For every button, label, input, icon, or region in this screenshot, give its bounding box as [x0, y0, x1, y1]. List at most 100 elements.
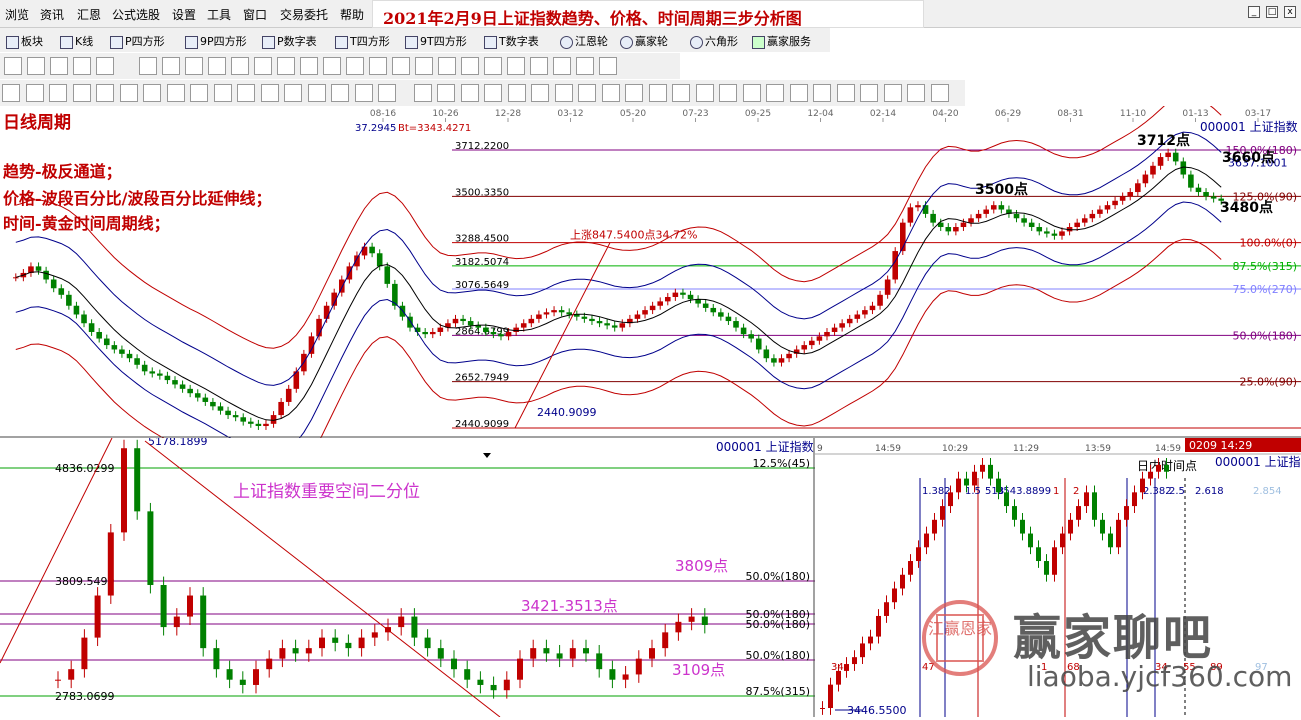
draw-tool-icon[interactable] — [27, 57, 45, 75]
analysis-tool-icon[interactable] — [672, 84, 690, 102]
draw-tool-icon[interactable] — [277, 57, 295, 75]
analysis-tool-icon[interactable] — [378, 84, 396, 102]
analysis-tool-icon[interactable] — [260, 84, 279, 102]
analysis-tool-icon[interactable] — [578, 84, 596, 102]
draw-tool-icon[interactable] — [530, 57, 548, 75]
analysis-tool-icon[interactable] — [625, 84, 643, 102]
draw-tool-icon[interactable] — [576, 57, 594, 75]
tool-service[interactable]: 赢家服务 — [752, 33, 811, 49]
draw-tool-icon[interactable] — [4, 57, 22, 75]
analysis-tool-icon[interactable] — [836, 84, 855, 102]
date-tick-label: 08-16 — [370, 109, 396, 119]
menu-item-help[interactable]: 帮助 — [340, 6, 364, 23]
analysis-tool-icon[interactable] — [25, 84, 44, 102]
analysis-tool-icon[interactable] — [860, 84, 878, 102]
menu-item-gann[interactable]: 汇恩 — [77, 6, 101, 23]
analysis-tool-icon[interactable] — [484, 84, 502, 102]
tool-9p-square[interactable]: 9P四方形 — [185, 33, 247, 49]
analysis-tool-icon[interactable] — [930, 84, 949, 102]
analysis-tool-icon[interactable] — [190, 84, 208, 102]
draw-tool-icon[interactable] — [461, 57, 479, 75]
analysis-tool-icon[interactable] — [695, 84, 714, 102]
analysis-tool-icon[interactable] — [354, 84, 373, 102]
analysis-tool-icon[interactable] — [237, 84, 255, 102]
tool-t-square[interactable]: T四方形 — [335, 33, 390, 49]
tool-hexagon[interactable]: 六角形 — [690, 33, 738, 49]
analysis-tool-icon[interactable] — [789, 84, 808, 102]
analysis-tool-icon[interactable] — [648, 84, 667, 102]
tool-kline[interactable]: K线 — [60, 33, 93, 49]
analysis-tool-icon[interactable] — [460, 84, 479, 102]
draw-tool-icon[interactable] — [438, 57, 456, 75]
menu-item-tools[interactable]: 工具 — [207, 6, 231, 23]
tool-p-table[interactable]: P数字表 — [262, 33, 317, 49]
maximize-icon[interactable]: □ — [1266, 6, 1278, 18]
analysis-tool-icon[interactable] — [143, 84, 161, 102]
analysis-tool-icon[interactable] — [119, 84, 138, 102]
menu-item-formula[interactable]: 公式选股 — [112, 6, 160, 23]
draw-tool-icon[interactable] — [553, 57, 571, 75]
analysis-tool-icon[interactable] — [49, 84, 67, 102]
draw-tool-icon[interactable] — [185, 57, 203, 75]
menu-item-settings[interactable]: 设置 — [172, 6, 196, 23]
analysis-tool-icon[interactable] — [883, 84, 902, 102]
draw-tool-icon[interactable] — [254, 57, 272, 75]
draw-tool-icon[interactable] — [231, 57, 249, 75]
analysis-tool-icon[interactable] — [331, 84, 349, 102]
analysis-tool-icon[interactable] — [307, 84, 326, 102]
draw-tool-icon[interactable] — [346, 57, 364, 75]
draw-tool-icon[interactable] — [96, 57, 114, 75]
draw-tool-icon[interactable] — [392, 57, 410, 75]
draw-tool-icon[interactable] — [599, 57, 617, 75]
menu-item-window[interactable]: 窗口 — [243, 6, 267, 23]
draw-tool-icon[interactable] — [300, 57, 318, 75]
draw-tool-icon[interactable] — [507, 57, 525, 75]
tool-sector[interactable]: 板块 — [6, 33, 43, 49]
draw-tool-icon[interactable] — [50, 57, 68, 75]
space-quantile-chart[interactable]: 000001 上证指数 上证指数重要空间二分位 5178.1899 4836.0299… — [0, 435, 815, 718]
analysis-tool-icon[interactable] — [601, 84, 620, 102]
analysis-tool-icon[interactable] — [719, 84, 737, 102]
draw-tool-icon[interactable] — [208, 57, 226, 75]
analysis-tool-icon[interactable] — [813, 84, 831, 102]
analysis-tool-icon[interactable] — [766, 84, 784, 102]
tool-9t-square[interactable]: 9T四方形 — [405, 33, 467, 49]
draw-tool-icon[interactable] — [323, 57, 341, 75]
draw-tool-icon[interactable] — [139, 57, 157, 75]
tool-winner-wheel[interactable]: 赢家轮 — [620, 33, 668, 49]
analysis-tool-icon[interactable] — [2, 84, 20, 102]
candle-body — [725, 316, 732, 322]
draw-tool-icon[interactable] — [73, 57, 91, 75]
analysis-tool-icon[interactable] — [166, 84, 185, 102]
minimize-icon[interactable]: _ — [1248, 6, 1260, 18]
price-level-pct: 75.0%(270) — [1232, 283, 1297, 296]
candle-body — [210, 401, 216, 407]
candle-body — [589, 318, 595, 322]
analysis-tool-icon[interactable] — [437, 84, 455, 102]
close-icon[interactable]: x — [1284, 6, 1296, 18]
analysis-tool-icon[interactable] — [507, 84, 526, 102]
menu-item-browse[interactable]: 浏览 — [5, 6, 29, 23]
analysis-tool-icon[interactable] — [531, 84, 549, 102]
analysis-tool-icon[interactable] — [72, 84, 91, 102]
sub2-bar-body — [1076, 506, 1081, 520]
tool-p-square[interactable]: P四方形 — [110, 33, 165, 49]
analysis-tool-icon[interactable] — [96, 84, 114, 102]
analysis-tool-icon[interactable] — [554, 84, 573, 102]
analysis-tool-icon[interactable] — [284, 84, 302, 102]
analysis-tool-icon[interactable] — [742, 84, 761, 102]
draw-tool-icon[interactable] — [484, 57, 502, 75]
analysis-tool-icon[interactable] — [907, 84, 925, 102]
draw-tool-icon[interactable] — [369, 57, 387, 75]
analysis-tool-icon[interactable] — [213, 84, 232, 102]
menu-item-news[interactable]: 资讯 — [40, 6, 64, 23]
draw-tool-icon[interactable] — [162, 57, 180, 75]
main-kline-chart[interactable]: 08-16 10-26 12-28 03-12 05-20 07-23 09-25 12-04… — [0, 94, 1301, 494]
tool-t-table[interactable]: T数字表 — [484, 33, 539, 49]
menu-item-trade[interactable]: 交易委托 — [280, 6, 328, 23]
tool-gann-wheel[interactable]: 江恩轮 — [560, 33, 608, 49]
candle-body — [710, 307, 717, 313]
analysis-tool-icon[interactable] — [413, 84, 432, 102]
candle-body — [755, 338, 762, 350]
draw-tool-icon[interactable] — [415, 57, 433, 75]
